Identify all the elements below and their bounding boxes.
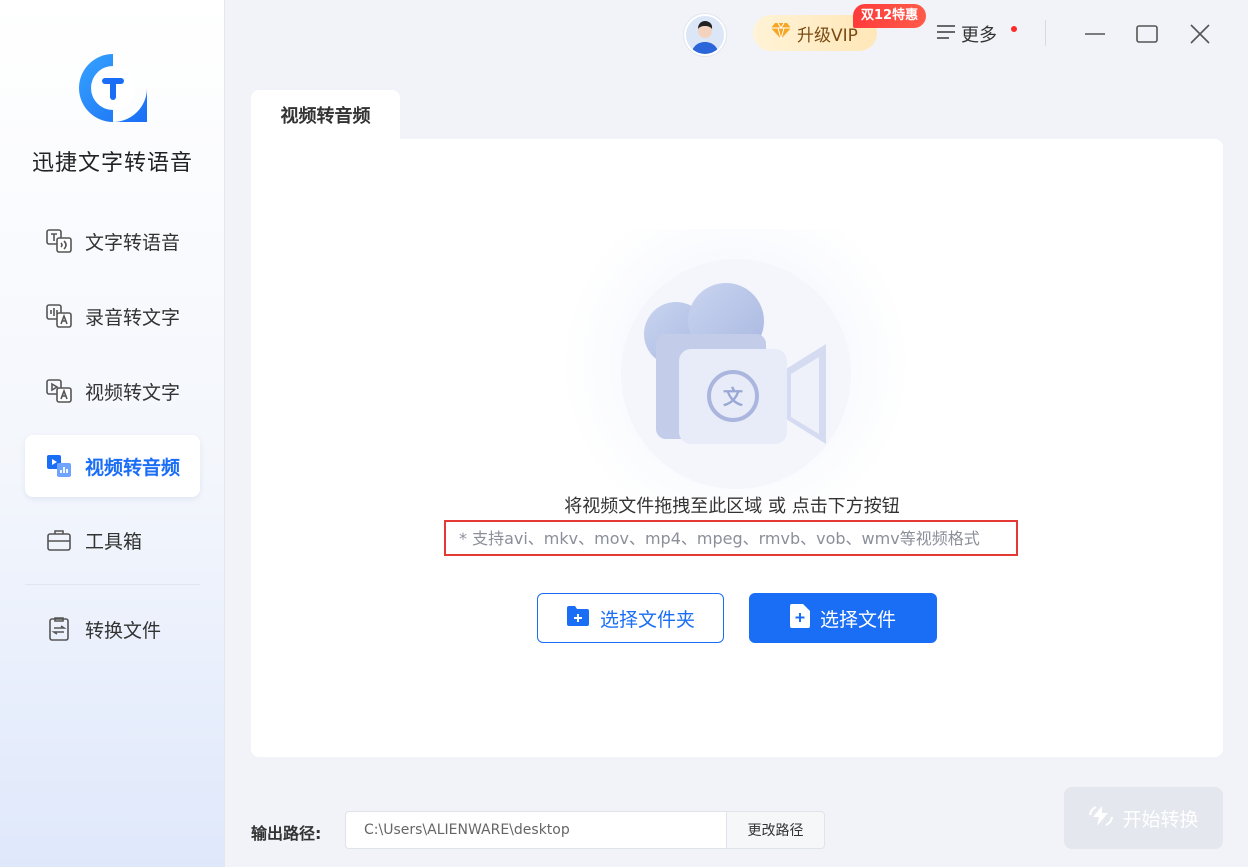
audio-to-text-icon [45, 302, 73, 330]
video-to-audio-icon [45, 452, 73, 480]
menu-icon [935, 22, 957, 46]
more-label: 更多 [961, 25, 997, 46]
select-file-button[interactable]: 选择文件 [749, 593, 937, 643]
drop-zone[interactable]: 文 将视频文件拖拽至此区域 或 点击下方按钮 * 支持avi、mkv、mov、m… [251, 139, 1223, 757]
tab-label: 视频转音频 [280, 106, 371, 127]
supported-formats-text: * 支持avi、mkv、mov、mp4、mpeg、rmvb、vob、wmv等视频… [459, 529, 980, 548]
sidebar-item-text-to-speech[interactable]: 文字转语音 [25, 210, 200, 272]
change-path-button[interactable]: 更改路径 [726, 811, 825, 849]
sidebar-item-label: 视频转音频 [85, 456, 181, 479]
start-convert-button[interactable]: 开始转换 [1064, 787, 1223, 849]
sidebar-item-label: 录音转文字 [85, 306, 181, 329]
svg-text:文: 文 [723, 385, 744, 409]
sidebar-item-label: 文字转语音 [85, 231, 181, 254]
app-logo-icon [75, 50, 151, 126]
user-avatar[interactable] [684, 14, 726, 56]
maximize-icon[interactable] [1135, 22, 1159, 46]
select-folder-button[interactable]: 选择文件夹 [537, 593, 724, 643]
sidebar-item-converted-files[interactable]: 转换文件 [25, 598, 200, 660]
start-convert-label: 开始转换 [1122, 808, 1199, 831]
toolbox-icon [45, 526, 73, 554]
close-icon[interactable] [1188, 22, 1212, 46]
sidebar-divider [25, 584, 200, 585]
folder-add-icon [566, 605, 590, 631]
select-folder-label: 选择文件夹 [599, 608, 695, 631]
sidebar-item-label: 工具箱 [85, 530, 143, 553]
more-menu-button[interactable]: 更多 [935, 20, 997, 48]
converted-files-icon [45, 615, 73, 643]
diamond-icon [771, 22, 791, 44]
sidebar: 迅捷文字转语音 文字转语音 录音转文字 视频转文字 视频转音频 工具箱 转换文件 [0, 0, 225, 867]
app-name: 迅捷文字转语音 [31, 151, 193, 176]
convert-icon [1088, 805, 1114, 831]
minimize-icon[interactable] [1083, 22, 1107, 46]
video-to-text-icon [45, 377, 73, 405]
tab-video-to-audio[interactable]: 视频转音频 [251, 90, 400, 140]
video-camera-illustration: 文 [561, 189, 911, 539]
vip-label: 升级VIP [797, 25, 858, 46]
sidebar-item-label: 视频转文字 [85, 381, 181, 404]
file-add-icon [789, 604, 810, 632]
sidebar-item-video-to-text[interactable]: 视频转文字 [25, 360, 200, 422]
promo-badge: 双12特惠 [853, 4, 927, 28]
title-bar: 升级VIP 双12特惠 更多 [225, 0, 1248, 66]
drop-instruction: 将视频文件拖拽至此区域 或 点击下方按钮 [564, 496, 900, 517]
sidebar-item-label: 转换文件 [85, 619, 162, 642]
sidebar-item-audio-to-text[interactable]: 录音转文字 [25, 285, 200, 347]
sidebar-item-toolbox[interactable]: 工具箱 [25, 509, 200, 571]
sidebar-item-video-to-audio[interactable]: 视频转音频 [25, 435, 200, 497]
titlebar-divider [1045, 20, 1046, 46]
text-to-speech-icon [45, 227, 73, 255]
output-path-label: 输出路径: [251, 824, 322, 843]
select-file-label: 选择文件 [819, 608, 896, 631]
output-path-input[interactable] [345, 811, 727, 849]
notification-dot [1011, 26, 1017, 32]
